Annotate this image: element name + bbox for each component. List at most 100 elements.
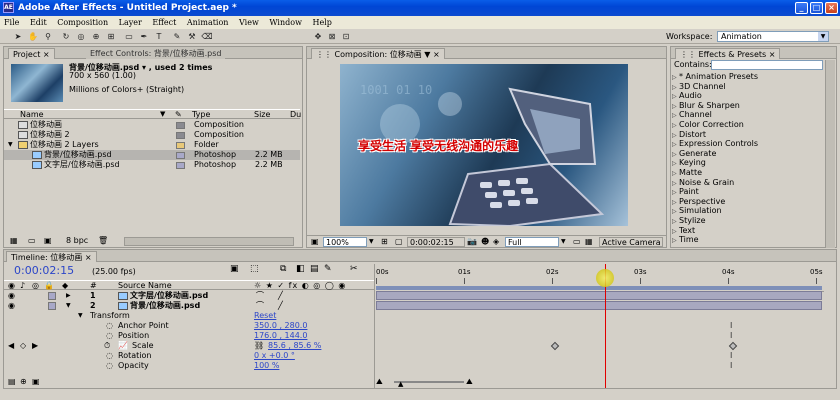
effects-category-item[interactable]: ▷ Color Correction (672, 120, 744, 130)
bit-depth-button[interactable]: 8 bpc (66, 235, 88, 247)
menu-composition[interactable]: Composition (57, 18, 108, 27)
pen-tool-icon[interactable]: ✒ (138, 31, 150, 42)
quality-switch-icon[interactable]: ╱ (278, 291, 283, 301)
menu-edit[interactable]: Edit (30, 18, 47, 27)
effects-category-item[interactable]: ▷ Paint (672, 187, 699, 197)
effects-category-item[interactable]: ▷ * Animation Presets (672, 72, 758, 82)
project-item-comp-1[interactable]: 位移动画 Composition (4, 120, 300, 130)
text-tool-icon[interactable]: T (153, 31, 165, 42)
pan-behind-icon[interactable]: ⊞ (105, 31, 117, 42)
expand-triangle-icon[interactable]: ▷ (672, 236, 679, 245)
close-icon[interactable]: × (85, 253, 92, 262)
effects-category-item[interactable]: ▷ Distort (672, 130, 706, 140)
track-xy-icon[interactable]: ⊕ (90, 31, 102, 42)
property-value[interactable]: 85.6 , 85.6 % (268, 341, 321, 351)
expand-triangle-icon[interactable]: ▶ (66, 291, 71, 301)
effects-category-item[interactable]: ▷ Blur & Sharpen (672, 101, 740, 111)
close-icon[interactable]: × (433, 50, 440, 59)
close-icon[interactable]: × (769, 50, 776, 59)
zoom-in-icon[interactable]: ⛰ (466, 376, 473, 388)
effects-category-item[interactable]: ▷ Stylize (672, 216, 706, 226)
rectangle-mask-icon[interactable]: ▭ (123, 31, 135, 42)
stopwatch-icon[interactable]: ◌ (106, 351, 113, 361)
column-duration[interactable]: Du (290, 110, 301, 119)
clone-stamp-icon[interactable]: ⚒ (186, 31, 198, 42)
maximize-button[interactable]: □ (810, 2, 823, 14)
layer-row-2[interactable]: ◉ ▼ 2 背景/位移动画.psd ⌒ ╱ (4, 301, 374, 311)
effects-category-item[interactable]: ▷ Expression Controls (672, 139, 758, 149)
current-time-display[interactable]: 0:00:02:15 (14, 264, 74, 277)
source-name-column[interactable]: Source Name (118, 281, 172, 290)
effects-category-item[interactable]: ▷ Perspective (672, 197, 725, 207)
timecode-display[interactable]: 0:00:02:15 (407, 237, 465, 247)
in-out-icon[interactable]: ▣ (32, 376, 40, 388)
effects-category-item[interactable]: ▷ 3D Channel (672, 82, 726, 92)
eraser-tool-icon[interactable]: ⌫ (201, 31, 213, 42)
audio-switch-icon[interactable]: ♪ (20, 281, 25, 290)
live-update-icon[interactable]: ▣ (230, 264, 239, 274)
label-swatch[interactable] (176, 142, 185, 149)
label-swatch[interactable] (176, 122, 185, 129)
transparency-grid-icon[interactable]: ▦ (585, 236, 593, 248)
label-swatch[interactable] (48, 292, 56, 300)
graph-icon[interactable]: 📈 (118, 341, 128, 351)
property-value[interactable]: 100 % (254, 361, 279, 371)
menu-window[interactable]: Window (269, 18, 302, 27)
horizontal-scrollbar[interactable] (124, 237, 294, 246)
chevron-down-icon[interactable]: ▼ (561, 236, 566, 248)
project-item-comp-2[interactable]: 位移动画 2 Composition (4, 130, 300, 140)
eye-icon[interactable]: ◉ (8, 291, 15, 301)
eye-icon[interactable]: ◉ (8, 301, 15, 311)
camera-select[interactable]: Active Camera (599, 237, 663, 247)
menu-view[interactable]: View (239, 18, 259, 27)
column-size[interactable]: Size (254, 110, 270, 119)
lock-icon[interactable]: 🔒 (44, 281, 54, 290)
orbit-camera-icon[interactable]: ◎ (75, 31, 87, 42)
solo-switch-icon[interactable]: ✂ (350, 264, 358, 274)
effects-category-item[interactable]: ▷ Time (672, 235, 699, 245)
tab-project[interactable]: Project × (8, 48, 55, 59)
scale-keyframe-1[interactable] (550, 341, 560, 351)
constrain-proportions-icon[interactable]: ⛓ (254, 341, 264, 351)
layer-name[interactable]: 文字层/位移动画.psd (118, 291, 208, 301)
brush-tool-icon[interactable]: ✎ (171, 31, 183, 42)
video-switch-icon[interactable]: ◉ (8, 281, 15, 290)
zoom-select[interactable]: 100% (323, 237, 367, 247)
tab-timeline[interactable]: Timeline: 位移动画 × (6, 251, 97, 262)
label-tag-icon[interactable]: ✎ (175, 110, 182, 119)
project-item-text-psd[interactable]: 文字层/位移动画.psd Photoshop 2.2 MB (4, 160, 300, 170)
stopwatch-icon[interactable]: ◌ (106, 321, 113, 331)
expand-triangle-icon[interactable]: ▼ (8, 140, 13, 150)
transform-group-row[interactable]: ▼ Transform Reset (4, 311, 374, 321)
view-axis-icon[interactable]: ⊡ (340, 31, 352, 42)
project-item-folder[interactable]: ▼ 位移动画 2 Layers Folder (4, 140, 300, 150)
column-name[interactable]: Name (20, 110, 44, 119)
effects-category-item[interactable]: ▷ Matte (672, 168, 702, 178)
prev-keyframe-icon[interactable]: ◀ (8, 341, 14, 351)
effects-category-item[interactable]: ▷ Noise & Grain (672, 178, 734, 188)
vertical-scrollbar[interactable] (825, 60, 835, 248)
layer-bar-1[interactable] (376, 291, 822, 300)
region-of-interest-icon[interactable]: ▭ (573, 236, 581, 248)
timeline-zoom-slider[interactable] (394, 381, 464, 383)
brainstorm-icon[interactable]: ▤ (310, 264, 319, 274)
effects-category-item[interactable]: ▷ Text (672, 226, 695, 236)
workspace-select[interactable]: Animation ▼ (717, 31, 829, 42)
shy-switch-icon[interactable]: ⌒ (256, 301, 264, 311)
always-preview-icon[interactable]: ▣ (311, 236, 319, 248)
effects-category-item[interactable]: ▷ Keying (672, 158, 706, 168)
label-icon[interactable]: ◆ (62, 281, 68, 290)
label-swatch[interactable] (48, 302, 56, 310)
safe-zones-icon[interactable]: ⊞ (381, 236, 388, 248)
layer-row-1[interactable]: ◉ ▶ 1 文字层/位移动画.psd ⌒ ╱ (4, 291, 374, 301)
layer-switches-icon[interactable]: ☼ ★ ✓ fx ◐ ◎ ◯ ◉ (254, 281, 346, 290)
tab-effects-presets[interactable]: ⋮⋮ Effects & Presets × (675, 48, 781, 59)
effects-category-item[interactable]: ▷ Channel (672, 110, 712, 120)
selection-tool-icon[interactable]: ➤ (12, 31, 24, 42)
graph-editor-icon[interactable]: ✎ (324, 264, 332, 274)
expand-triangle-icon[interactable]: ▼ (78, 311, 83, 321)
expand-triangle-icon[interactable]: ▼ (66, 301, 71, 311)
rotate-tool-icon[interactable]: ↻ (60, 31, 72, 42)
mask-view-icon[interactable]: ▢ (395, 236, 403, 248)
tab-composition[interactable]: ⋮⋮ Composition: 位移动画 ▼ × (311, 48, 445, 59)
